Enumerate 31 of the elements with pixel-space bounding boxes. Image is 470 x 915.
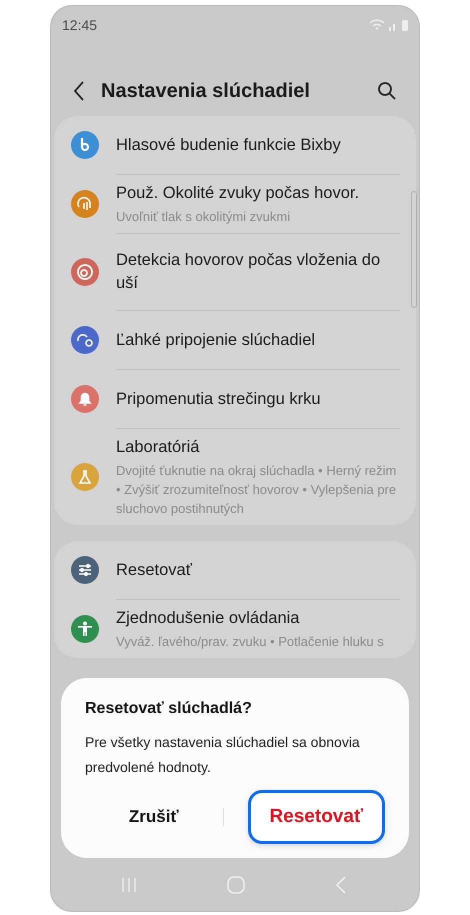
item-title: Laboratóriá xyxy=(116,437,200,458)
dialog-message: Pre všetky nastavenia slúchadiel sa obnovia predvolené hodnoty. xyxy=(85,733,361,777)
settings-item[interactable]: Laboratóriá Dvojité ťuknutie na okraj slúchadla • Herný režim • Zvýšiť zrozumiteľnosť hovorov • Vylepšenia pre sluchovo postihnutých xyxy=(71,429,400,525)
item-subtitle: Dvojité ťuknutie na okraj slúchadla • Herný režim • Zvýšiť zrozumiteľnosť hovorov • Vylepšenia pre sluchovo postihnutých xyxy=(116,462,398,518)
item-subtitle: Uvoľniť tlak s okolitými zvukmi xyxy=(116,208,292,226)
dialog-title: Resetovať slúchadlá? xyxy=(85,700,253,718)
item-title: Resetovať xyxy=(116,560,193,580)
settings-item[interactable]: Použ. Okolité zvuky počas hovor. Uvoľniť tlak s okolitými zvukmi xyxy=(71,175,400,233)
settings-item[interactable]: Hlasové budenie funkcie Bixby xyxy=(71,116,400,174)
status-icons xyxy=(369,18,409,32)
recents-icon[interactable] xyxy=(121,877,137,893)
search-icon[interactable] xyxy=(377,81,397,101)
item-title: Zjednodušenie ovládania xyxy=(116,608,300,629)
item-title: Použ. Okolité zvuky počas hovor. xyxy=(116,183,360,204)
item-title: Hlasové budenie funkcie Bixby xyxy=(116,134,342,156)
settings-item[interactable]: Resetovať xyxy=(71,541,400,599)
status-time: 12:45 xyxy=(62,17,98,33)
item-title: Detekcia hovorov počas vloženia do uší xyxy=(116,250,382,294)
settings-item[interactable]: Pripomenutia strečingu krku xyxy=(71,370,400,428)
settings-item[interactable]: Zjednodušenie ovládania Vyváž. ľavého/prav. zvuku • Potlačenie hluku s xyxy=(71,600,400,658)
home-icon[interactable] xyxy=(227,876,245,894)
item-title: Pripomenutia strečingu krku xyxy=(116,388,322,410)
item-subtitle: Vyváž. ľavého/prav. zvuku • Potlačenie hluku s xyxy=(116,633,385,651)
reset-button[interactable]: Resetovať xyxy=(248,790,385,844)
cancel-button[interactable]: Zrušiť xyxy=(85,790,222,844)
item-title: Ľahké pripojenie slúchadiel xyxy=(116,330,316,350)
settings-item[interactable]: Detekcia hovorov počas vloženia do uší xyxy=(71,234,400,310)
page-title: Nastavenia slúchadiel xyxy=(101,80,311,102)
settings-item[interactable]: Ľahké pripojenie slúchadiel xyxy=(71,311,400,369)
back-icon[interactable] xyxy=(73,81,85,101)
back-nav-icon[interactable] xyxy=(335,876,347,894)
